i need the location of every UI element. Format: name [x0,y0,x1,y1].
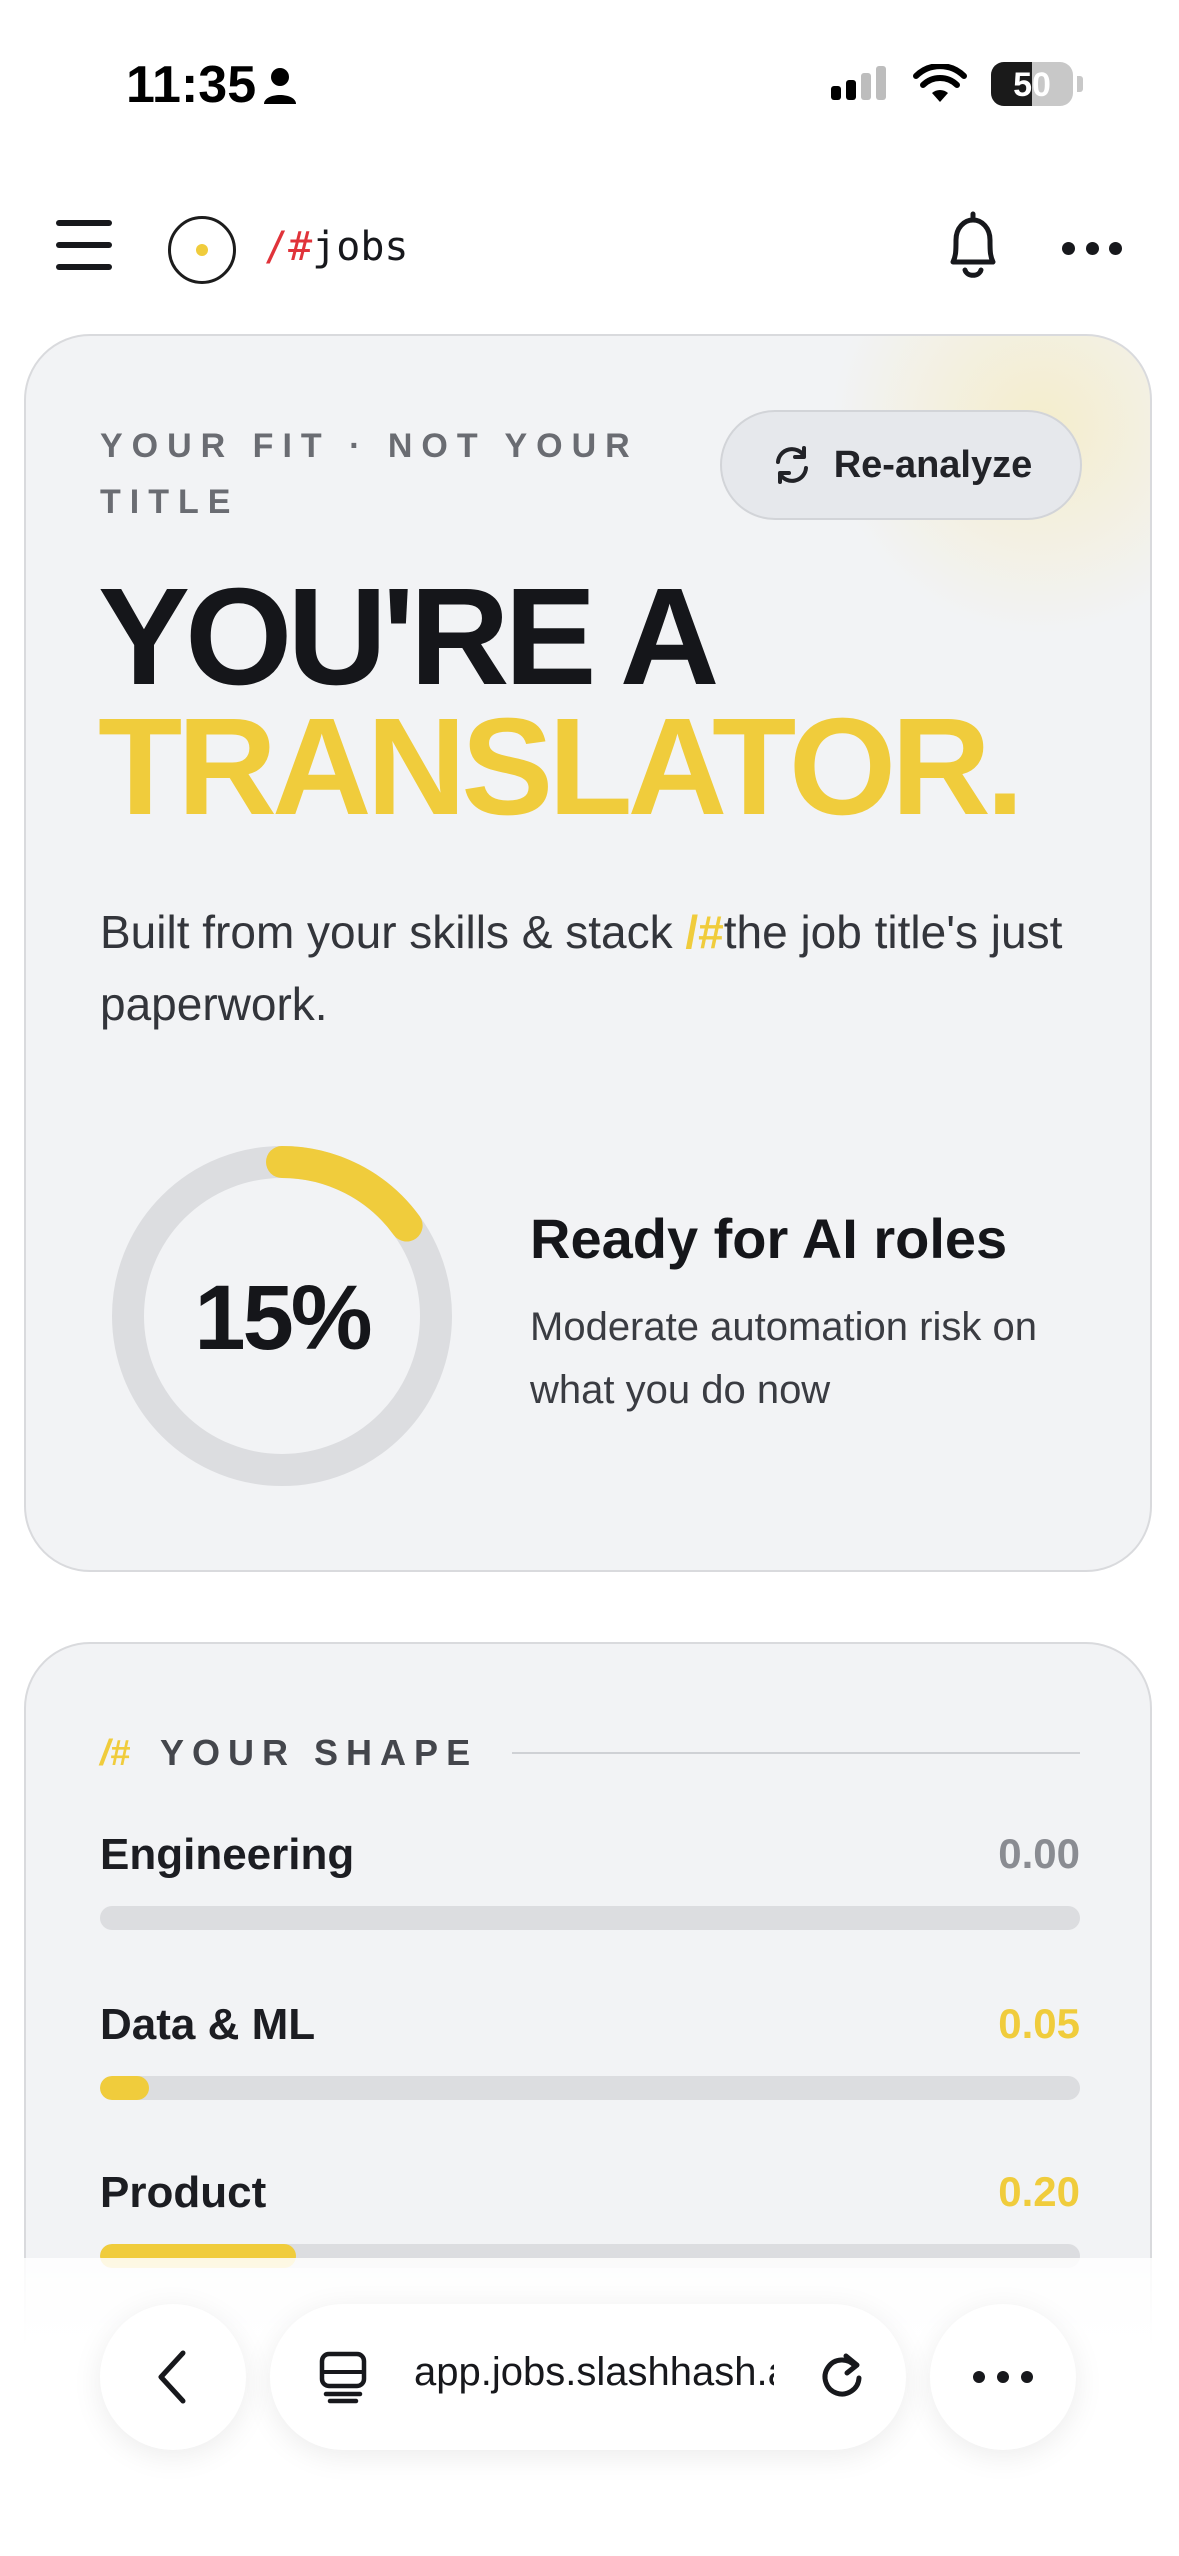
app-header: /#jobs [0,190,1179,310]
ready-subtitle: Moderate automation risk on what you do … [530,1305,1037,1412]
brand-wordmark[interactable]: /#jobs [264,224,409,270]
shape-row-value: 0.00 [998,1830,1080,1877]
headline-line-2: TRANSLATOR. [98,690,1024,844]
status-indicators: 50 [829,62,1083,106]
status-time: 11:35 [126,56,257,114]
shape-divider [512,1752,1080,1754]
shape-row-track [100,2076,1080,2100]
fit-card: YOUR FIT · NOT YOUR TITLE Re-analyze YOU… [24,334,1152,1572]
battery-icon: 50 [991,62,1073,106]
refresh-icon [775,446,808,484]
shape-title: YOUR SHAPE [160,1732,479,1773]
reload-icon[interactable] [814,2348,870,2404]
ring-percentage: 15% [194,1267,372,1369]
browser-toolbar: app.jobs.slashhash.ai [0,2258,1179,2556]
shape-row-fill [100,2076,149,2100]
person-icon [264,68,296,104]
bell-icon[interactable] [940,210,1006,284]
shape-row: Engineering 0.00 [100,1830,1080,1940]
battery-cap [1077,76,1083,92]
hero-subtitle: Built from your skills & stack /#the job… [100,896,1100,1040]
shape-row-label: Engineering [100,1830,355,1879]
address-bar[interactable]: app.jobs.slashhash.ai [270,2304,906,2450]
more-options-icon[interactable] [1062,240,1122,256]
brand-mark: /# [264,224,313,270]
ready-title: Ready for AI roles [530,1207,1008,1270]
subtitle-accent: /# [685,906,724,958]
url-text[interactable]: app.jobs.slashhash.ai [414,2350,774,2395]
logo-icon[interactable] [168,216,236,284]
battery-level: 50 [1013,66,1051,104]
fit-eyebrow: YOUR FIT · NOT YOUR TITLE [100,427,639,521]
headline-line-1: YOU'RE A [98,560,719,714]
cellular-signal-icon [831,66,886,100]
brand-name: jobs [312,224,409,270]
subtitle-text-start: Built from your skills & stack [100,906,686,958]
tabs-icon[interactable] [316,2350,370,2404]
reanalyze-button[interactable]: Re-analyze [720,410,1082,520]
shape-row: Data & ML 0.05 [100,2000,1080,2110]
logo-dot [196,244,208,256]
browser-menu-button[interactable] [930,2304,1076,2450]
shape-header: /# YOUR SHAPE [100,1728,1080,1778]
shape-row-track [100,1906,1080,1930]
shape-row-label: Data & ML [100,2000,316,2049]
shape-row-value: 0.20 [998,2168,1080,2215]
shape-row-label: Product [100,2168,267,2217]
wifi-icon [913,64,967,102]
chevron-left-icon [158,2350,186,2404]
back-button[interactable] [100,2304,246,2450]
status-bar: 11:35 50 [0,0,1179,170]
hamburger-menu-icon[interactable] [56,220,112,270]
reanalyze-label: Re-analyze [833,443,1033,486]
shape-mark: /# [100,1732,131,1773]
shape-row-value: 0.05 [998,2000,1080,2047]
